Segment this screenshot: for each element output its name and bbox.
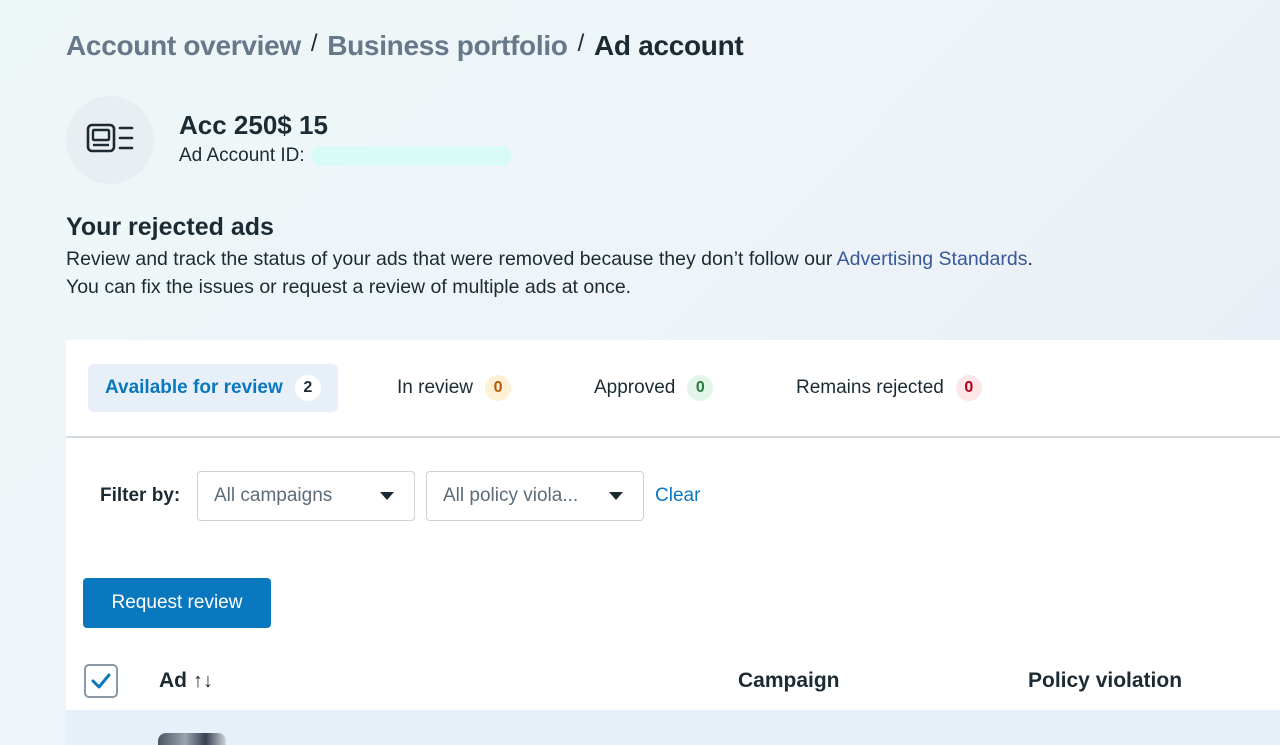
tab-label: Approved — [594, 377, 676, 398]
column-header-policy-violation: Policy violation — [1028, 669, 1183, 692]
tab-count-badge: 2 — [294, 375, 321, 401]
breadcrumb: Account overview / Business portfolio / … — [66, 30, 744, 62]
tab-count-badge: 0 — [485, 375, 512, 401]
checkmark-icon — [91, 673, 111, 689]
tab-label: Remains rejected — [796, 377, 944, 398]
breadcrumb-separator: / — [310, 30, 318, 57]
policy-filter-dropdown[interactable]: All policy viola... — [426, 471, 644, 521]
tab-available-for-review[interactable]: Available for review 2 — [88, 364, 338, 412]
tab-in-review[interactable]: In review 0 — [380, 364, 528, 412]
section-title: Your rejected ads — [66, 213, 274, 241]
account-id-redacted — [310, 146, 511, 166]
breadcrumb-current: Ad account — [593, 30, 744, 61]
ad-account-avatar — [66, 96, 154, 184]
column-header-campaign: Campaign — [738, 669, 840, 692]
sort-icon[interactable]: ↑↓ — [193, 670, 213, 692]
advertising-standards-link[interactable]: Advertising Standards — [837, 248, 1028, 270]
account-id-row: Ad Account ID: — [179, 145, 511, 167]
tab-count-badge: 0 — [687, 375, 714, 401]
campaign-filter-value: All campaigns — [214, 485, 333, 506]
tab-approved[interactable]: Approved 0 — [577, 364, 730, 412]
status-tabs: Available for review 2 In review 0 Appro… — [66, 340, 1280, 438]
caret-down-icon — [380, 492, 394, 500]
page: Account overview / Business portfolio / … — [0, 0, 1280, 745]
tab-label: In review — [397, 377, 474, 398]
rejected-ads-card: Available for review 2 In review 0 Appro… — [66, 340, 1280, 745]
clear-filters-link[interactable]: Clear — [655, 485, 700, 507]
account-name: Acc 250$ 15 — [179, 110, 328, 140]
tab-count-badge: 0 — [955, 375, 982, 401]
column-header-ad-label: Ad — [159, 669, 187, 692]
breadcrumb-business-portfolio[interactable]: Business portfolio — [327, 30, 568, 62]
breadcrumb-separator: / — [577, 30, 585, 57]
filter-label: Filter by: — [100, 485, 181, 506]
description-period: . — [1027, 248, 1033, 270]
policy-filter-value: All policy viola... — [443, 485, 579, 506]
request-review-button[interactable]: Request review — [83, 578, 271, 628]
description-line-2: You can fix the issues or request a revi… — [66, 276, 632, 298]
column-header-ad: Ad ↑↓ — [159, 669, 213, 693]
ad-thumbnail — [158, 733, 226, 745]
select-all-checkbox[interactable] — [84, 664, 118, 698]
caret-down-icon — [609, 492, 623, 500]
section-description: Review and track the status of your ads … — [66, 245, 1166, 301]
ad-account-icon — [86, 123, 134, 153]
campaign-filter-dropdown[interactable]: All campaigns — [197, 471, 415, 521]
description-text: Review and track the status of your ads … — [66, 248, 837, 270]
tab-label: Available for review — [105, 377, 283, 398]
account-id-label: Ad Account ID: — [179, 145, 305, 166]
breadcrumb-account-overview[interactable]: Account overview — [66, 30, 301, 62]
tab-remains-rejected[interactable]: Remains rejected 0 — [779, 364, 999, 412]
table-row[interactable] — [66, 710, 1280, 745]
